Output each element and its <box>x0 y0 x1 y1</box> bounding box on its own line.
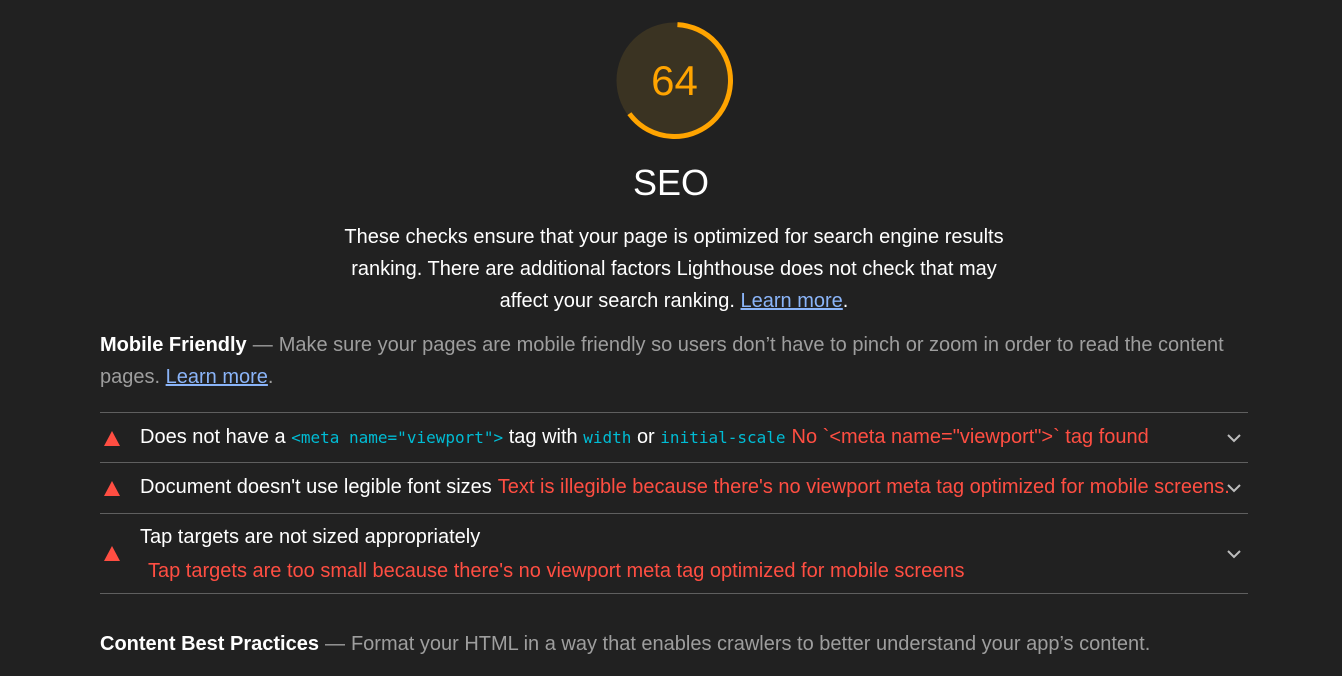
group-header-content-best-practices: Content Best Practices — Format your HTML … <box>100 628 1240 660</box>
audit-list: Does not have a <meta name="viewport"> t… <box>100 412 1248 594</box>
audit-row-tap-targets[interactable]: Tap targets are not sized appropriately … <box>100 513 1248 594</box>
audit-code: <meta name="viewport"> <box>291 428 504 447</box>
group-separator: — <box>252 334 273 356</box>
audit-row-viewport[interactable]: Does not have a <meta name="viewport"> t… <box>100 412 1248 462</box>
audit-title: Does not have a <meta name="viewport"> t… <box>140 426 1149 449</box>
group-separator: — <box>324 633 345 655</box>
score-gauge: 64 <box>614 20 735 141</box>
audit-code: width <box>583 428 632 447</box>
audit-title: Document doesn't use legible font sizes T… <box>140 476 1230 499</box>
group-title: Mobile Friendly <box>100 334 247 356</box>
fail-triangle-icon <box>104 431 120 446</box>
group-title: Content Best Practices <box>100 633 319 655</box>
category-description: These checks ensure that your page is op… <box>336 221 1012 317</box>
category-description-text: These checks ensure that your page is op… <box>344 226 1004 312</box>
chevron-down-icon[interactable] <box>1226 546 1242 562</box>
audit-row-font-size[interactable]: Document doesn't use legible font sizes T… <box>100 462 1248 513</box>
audit-display-value: No `<meta name="viewport">` tag found <box>791 426 1149 448</box>
audit-title-text: or <box>636 426 655 448</box>
category-learn-more-link[interactable]: Learn more <box>741 290 843 312</box>
chevron-down-icon[interactable] <box>1226 430 1242 446</box>
period: . <box>842 290 849 312</box>
audit-display-value: Text is illegible because there's no vie… <box>497 476 1230 498</box>
audit-display-value: Tap targets are too small because there'… <box>148 560 965 582</box>
score-value: 64 <box>651 56 698 104</box>
audit-title-text: Document doesn't use legible font sizes <box>140 476 492 498</box>
audit-code: initial-scale <box>660 428 786 447</box>
period: . <box>267 366 274 388</box>
group-description: Format your HTML in a way that enables c… <box>350 633 1151 655</box>
audit-title-text: Does not have a <box>140 426 286 448</box>
fail-triangle-icon <box>104 481 120 496</box>
group-header-mobile-friendly: Mobile Friendly — Make sure your pages are… <box>100 329 1240 393</box>
audit-title: Tap targets are not sized appropriately <box>140 526 481 548</box>
chevron-down-icon[interactable] <box>1226 480 1242 496</box>
audit-title-text: tag with <box>508 426 578 448</box>
group-learn-more-link[interactable]: Learn more <box>166 366 268 388</box>
category-title: SEO <box>632 162 710 203</box>
fail-triangle-icon <box>104 546 120 561</box>
